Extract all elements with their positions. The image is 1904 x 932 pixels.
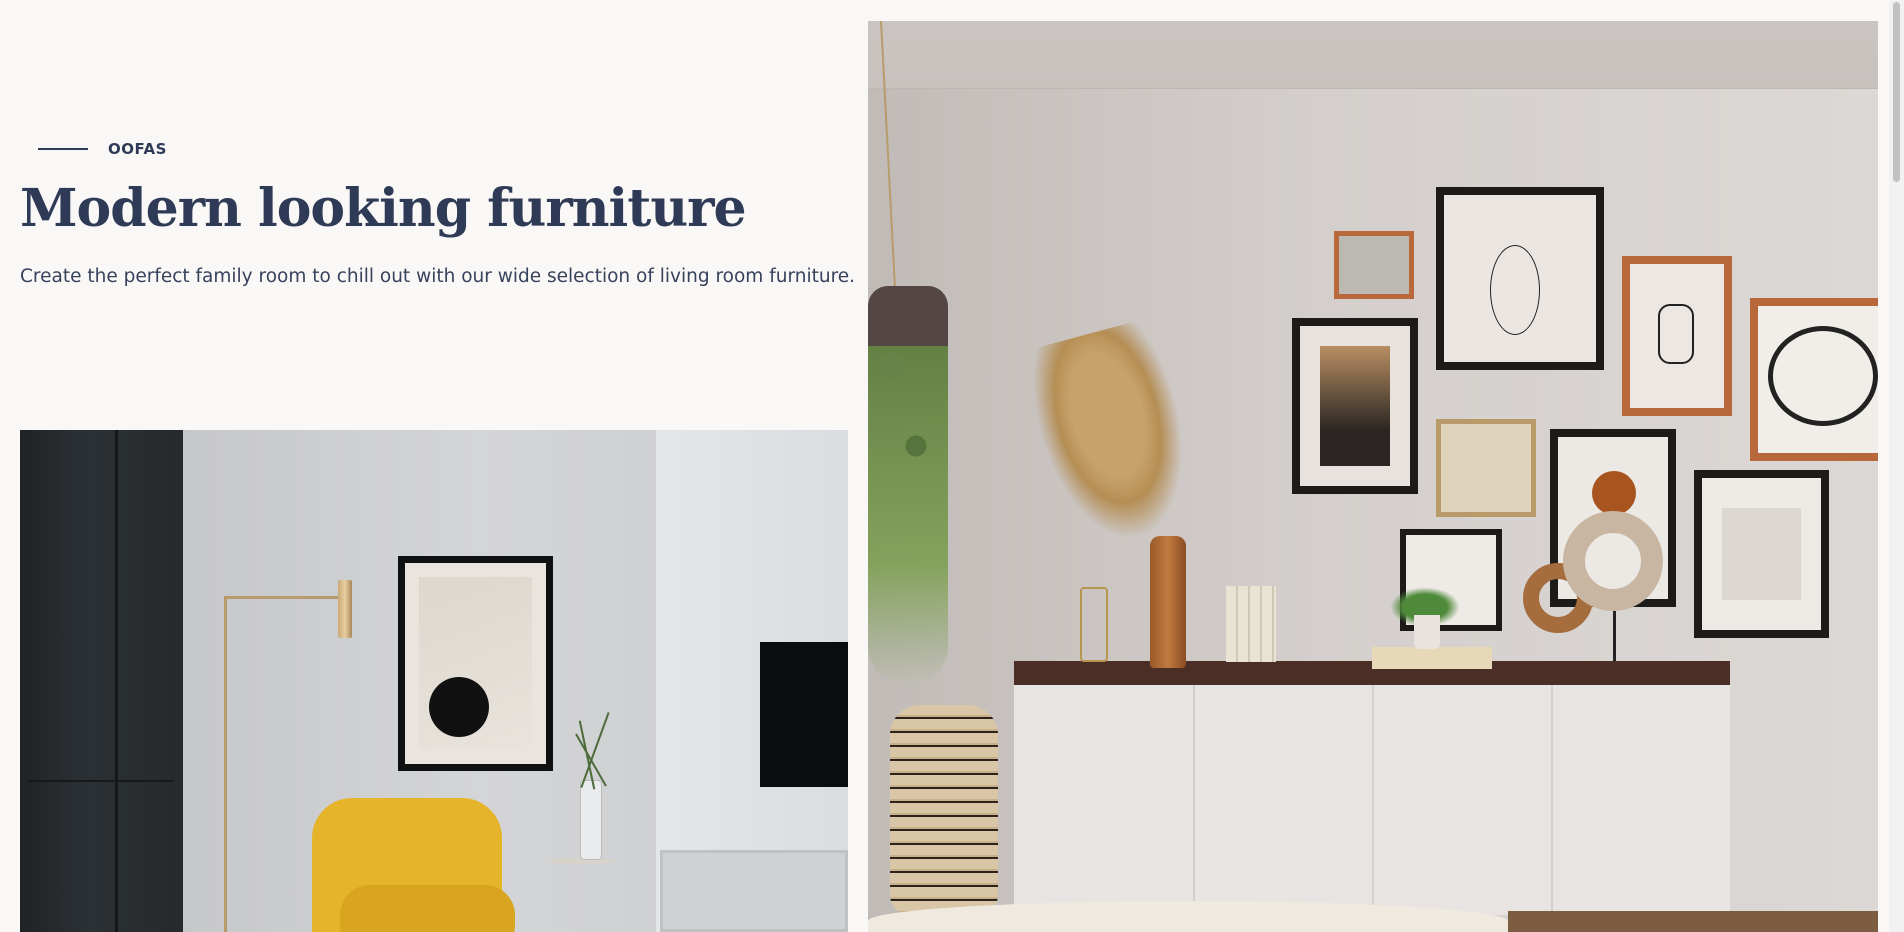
hanging-plant bbox=[868, 286, 948, 686]
gallery-frame bbox=[1292, 318, 1418, 494]
ceramic-vase bbox=[1150, 536, 1186, 668]
gallery-frame bbox=[1436, 187, 1604, 370]
flower-vase bbox=[580, 780, 602, 860]
gallery-frame bbox=[1334, 231, 1414, 299]
sideboard-gallery-photo bbox=[868, 21, 1878, 932]
brand-label: OOFAS bbox=[108, 140, 167, 158]
woven-basket bbox=[890, 705, 998, 915]
living-room-photo bbox=[20, 430, 848, 932]
gallery-frame bbox=[1750, 298, 1878, 461]
tv-cabinet bbox=[660, 850, 848, 932]
floor-lamp bbox=[224, 598, 227, 932]
scrollbar-thumb[interactable] bbox=[1893, 2, 1900, 182]
hero-title: Modern looking furniture bbox=[20, 178, 747, 239]
wall-art-frame bbox=[398, 556, 553, 771]
wardrobe-shape bbox=[20, 430, 183, 932]
gallery-frame bbox=[1622, 256, 1732, 416]
gallery-frame bbox=[1436, 419, 1536, 517]
books bbox=[1226, 586, 1276, 662]
gallery-frame bbox=[1694, 470, 1829, 638]
hourglass bbox=[1080, 587, 1108, 662]
woven-ring-sculpture bbox=[1563, 511, 1663, 611]
hero-eyebrow: OOFAS bbox=[38, 140, 167, 158]
plant-pot bbox=[1414, 615, 1440, 649]
eyebrow-divider-line bbox=[38, 148, 88, 150]
tv-screen bbox=[760, 642, 848, 787]
hero-subtitle: Create the perfect family room to chill … bbox=[20, 266, 856, 287]
decor-box bbox=[1372, 647, 1492, 669]
